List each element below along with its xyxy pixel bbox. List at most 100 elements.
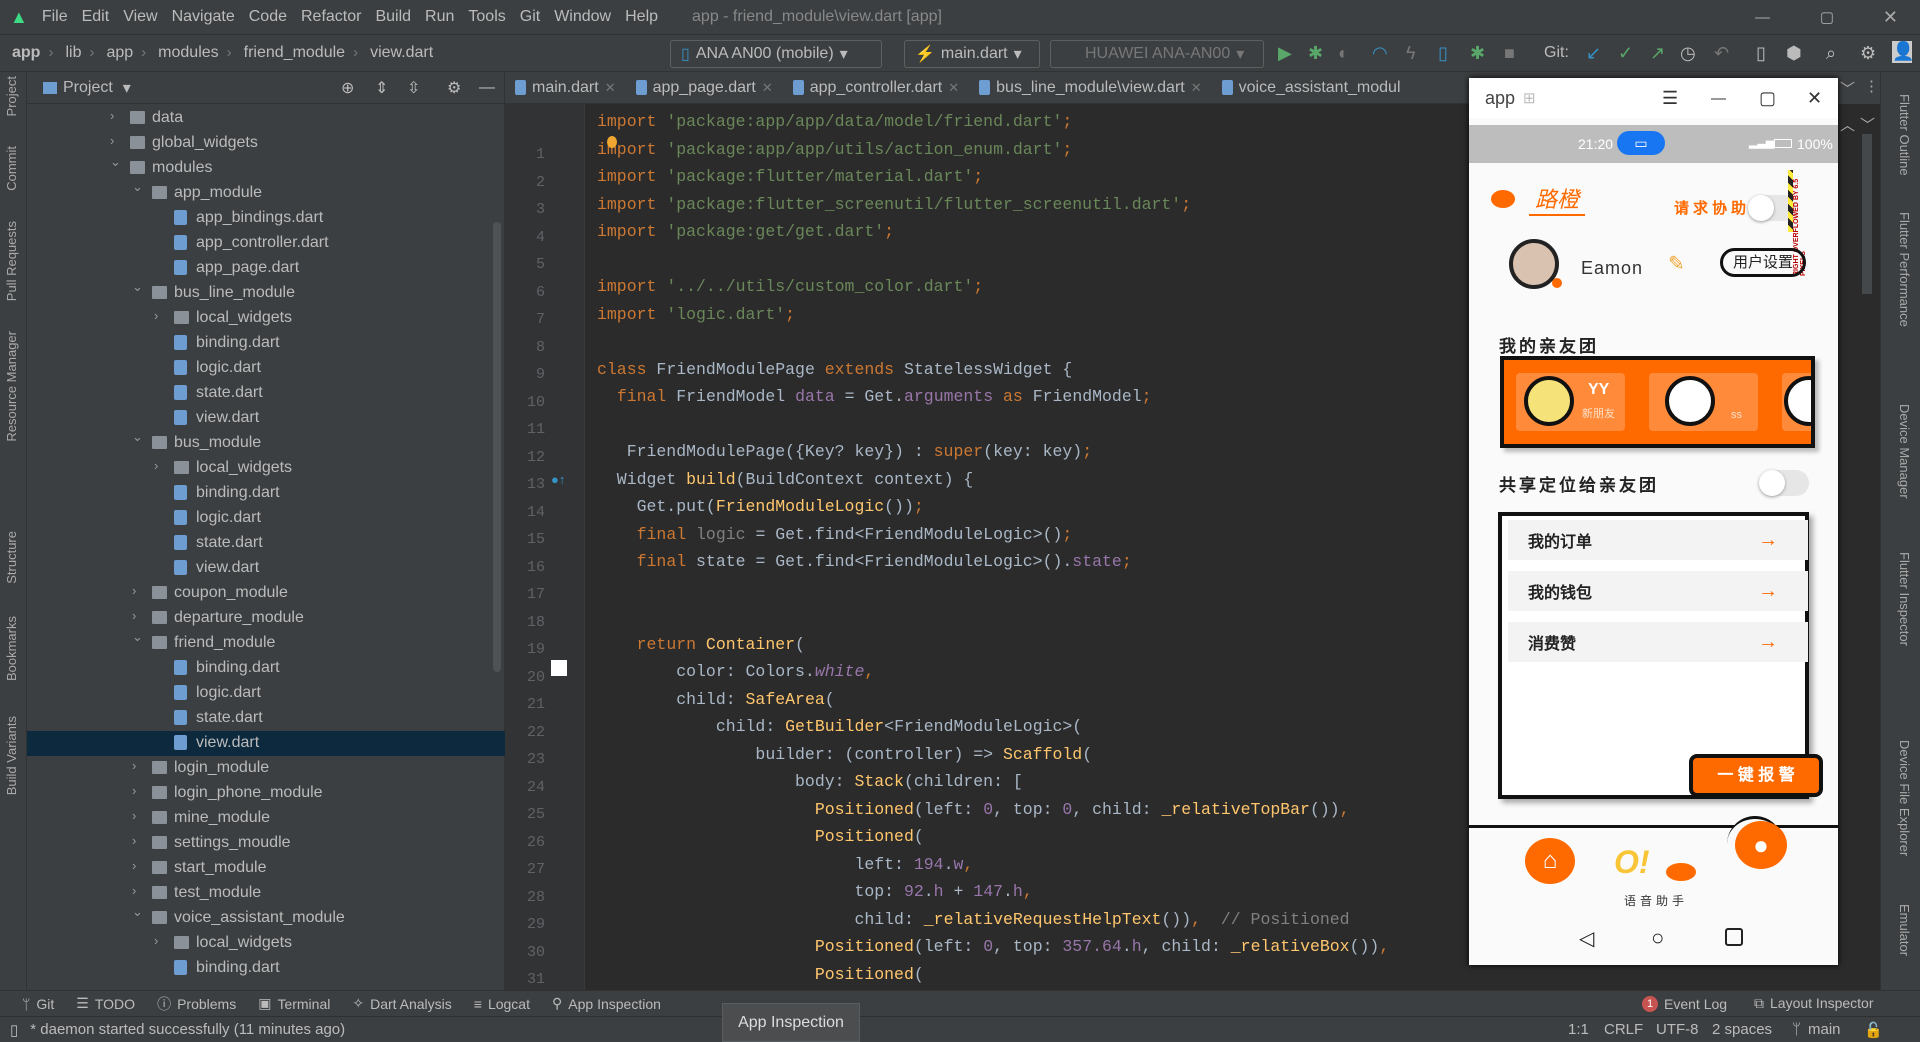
tree-folder[interactable]: › settings_moudle (27, 831, 505, 856)
layout-inspector-button[interactable]: ⧉ Layout Inspector (1754, 995, 1874, 1012)
code-editor[interactable]: main.dart ✕ app_page.dart ✕ app_controller.d… (505, 72, 1880, 1016)
rollback-icon[interactable]: ↶ (1714, 43, 1729, 64)
tree-folder[interactable]: › login_module (27, 756, 505, 781)
tool-window-project[interactable]: Project (4, 76, 19, 116)
tree-folder[interactable]: ⌄ friend_module (27, 629, 505, 656)
code-line[interactable]: import 'package:flutter_screenutil/flutt… (597, 195, 1191, 214)
menu-edit[interactable]: Edit (82, 8, 110, 26)
tree-folder[interactable]: ⌄ voice_assistant_module (27, 904, 505, 931)
maximize-button[interactable]: ▢ (1759, 88, 1776, 109)
close-tab-icon[interactable]: ✕ (1191, 80, 1202, 96)
tree-folder[interactable]: ⌄ bus_line_module (27, 279, 505, 306)
edit-pencil-icon[interactable]: ✎ (1668, 251, 1685, 276)
tool-tab-dart-analysis[interactable]: ✧ Dart Analysis (352, 994, 451, 1014)
hot-reload-icon[interactable]: ϟ (1406, 43, 1416, 64)
friends-carousel[interactable]: YY 新朋友 ss (1500, 356, 1815, 448)
git-update-icon[interactable]: ↙ (1586, 43, 1601, 64)
chevron-right-icon[interactable]: › (154, 458, 158, 473)
code-line[interactable]: import 'logic.dart'; (597, 305, 795, 324)
code-line[interactable]: child: GetBuilder<FriendModuleLogic>( (597, 717, 1082, 736)
event-log-button[interactable]: 1 Event Log (1642, 995, 1727, 1012)
menu-item-orders[interactable]: 我的订单 → (1508, 520, 1808, 560)
code-line[interactable]: return Container( (597, 635, 805, 654)
code-line[interactable]: FriendModulePage({Key? key}) : super(key… (597, 442, 1092, 461)
tool-window-emulator[interactable]: Emulator (1897, 904, 1912, 956)
menu-code[interactable]: Code (249, 8, 287, 26)
file-encoding[interactable]: UTF-8 (1656, 1021, 1699, 1038)
tree-folder[interactable]: › global_widgets (27, 131, 505, 156)
tree-file[interactable]: binding.dart (27, 481, 505, 506)
coverage-icon[interactable]: ◐ (1338, 43, 1349, 64)
minimize-button[interactable]: — (1755, 9, 1770, 26)
close-tab-icon[interactable]: ✕ (762, 80, 773, 96)
tree-folder[interactable]: › mine_module (27, 806, 505, 831)
tool-tab-terminal[interactable]: ▣ Terminal (258, 994, 330, 1014)
voice-assistant-icon[interactable]: O! (1614, 844, 1650, 881)
chevron-right-icon[interactable]: › (132, 758, 136, 773)
code-line[interactable]: final state = Get.find<FriendModuleLogic… (597, 552, 1132, 571)
tool-window-resource-manager[interactable]: Resource Manager (4, 331, 19, 442)
tree-scrollbar[interactable] (493, 222, 501, 672)
chevron-down-icon[interactable]: ﹀ (1860, 114, 1875, 135)
code-line[interactable]: builder: (controller) => Scaffold( (597, 745, 1092, 764)
chevron-up-icon[interactable]: ︿ (1840, 114, 1855, 135)
attach-debugger-icon[interactable]: ✱ (1470, 43, 1485, 64)
breadcrumb-item[interactable]: modules (158, 44, 218, 62)
chevron-down-icon[interactable]: ⌄ (132, 179, 143, 195)
account-icon[interactable]: 👤 (1892, 41, 1914, 63)
code-line[interactable]: Get.put(FriendModuleLogic()); (597, 497, 924, 516)
tree-file[interactable]: state.dart (27, 531, 505, 556)
tree-folder[interactable]: › test_module (27, 881, 505, 906)
maximize-button[interactable]: ▢ (1820, 8, 1834, 26)
target-selector[interactable]: HUAWEI ANA-AN00 ▾ (1050, 40, 1264, 68)
menu-window[interactable]: Window (554, 8, 611, 26)
device-manager-icon[interactable]: ▯ (1756, 43, 1766, 64)
indent-setting[interactable]: 2 spaces (1712, 1021, 1772, 1038)
tree-file[interactable]: view.dart (27, 556, 505, 581)
code-line[interactable]: Widget build(BuildContext context) { (597, 470, 973, 489)
code-line[interactable]: child: _relativeRequestHelpText()), // P… (597, 910, 1349, 929)
tree-folder[interactable]: › local_widgets (27, 931, 505, 956)
breadcrumb-item[interactable]: app (12, 44, 40, 62)
menu-file[interactable]: File (42, 8, 68, 26)
chevron-down-icon[interactable]: ﹀ (1840, 78, 1855, 99)
profile-nav-icon[interactable]: ● (1735, 821, 1787, 869)
tree-file[interactable]: app_bindings.dart (27, 206, 505, 231)
code-line[interactable]: import 'package:flutter/material.dart'; (597, 167, 983, 186)
tool-window-build-variants[interactable]: Build Variants (4, 716, 19, 795)
code-line[interactable]: import 'package:app/app/utils/action_enu… (597, 140, 1072, 159)
chevron-right-icon[interactable]: › (154, 933, 158, 948)
git-push-icon[interactable]: ↗ (1650, 43, 1665, 64)
chevron-right-icon[interactable]: › (110, 133, 114, 148)
code-line[interactable]: left: 194.w, (597, 855, 973, 874)
layout-toggle-icon[interactable]: ▯ (10, 1021, 18, 1039)
expand-all-icon[interactable]: ⇕ (375, 78, 388, 98)
chevron-right-icon[interactable]: › (132, 883, 136, 898)
profile-icon[interactable]: ◠ (1372, 43, 1388, 64)
editor-tab[interactable]: app_page.dart ✕ (626, 79, 783, 97)
home-circle-nav-icon[interactable]: ○ (1651, 925, 1664, 951)
tree-file[interactable]: logic.dart (27, 681, 505, 706)
menu-view[interactable]: View (123, 8, 157, 26)
collapse-all-icon[interactable]: ⇳ (407, 78, 420, 98)
editor-tab[interactable]: app_controller.dart ✕ (783, 79, 969, 97)
code-line[interactable]: final logic = Get.find<FriendModuleLogic… (597, 525, 1073, 544)
close-button[interactable]: ✕ (1883, 7, 1898, 28)
code-line[interactable]: body: Stack(children: [ (597, 772, 1023, 791)
tool-window-device-file-explorer[interactable]: Device File Explorer (1897, 740, 1912, 856)
tool-window-commit[interactable]: Commit (4, 146, 19, 191)
hide-icon[interactable]: — (479, 79, 495, 97)
tool-tab-todo[interactable]: ☰ TODO (76, 994, 135, 1014)
tool-tab-logcat[interactable]: ≡ Logcat (474, 994, 530, 1014)
friend-card[interactable]: YY 新朋友 (1516, 373, 1625, 431)
recents-nav-icon[interactable] (1725, 928, 1743, 946)
close-tab-icon[interactable]: ✕ (948, 80, 959, 96)
chevron-down-icon[interactable]: ⌄ (132, 629, 143, 645)
stop-icon[interactable]: ■ (1504, 43, 1515, 64)
chevron-down-icon[interactable]: ⌄ (110, 154, 121, 170)
chevron-right-icon[interactable]: › (154, 308, 158, 323)
run-icon[interactable]: ▶ (1278, 43, 1292, 64)
breadcrumb-item[interactable]: lib (65, 44, 81, 62)
tree-folder[interactable]: ⌄ modules (27, 154, 505, 181)
menu-refactor[interactable]: Refactor (301, 8, 361, 26)
